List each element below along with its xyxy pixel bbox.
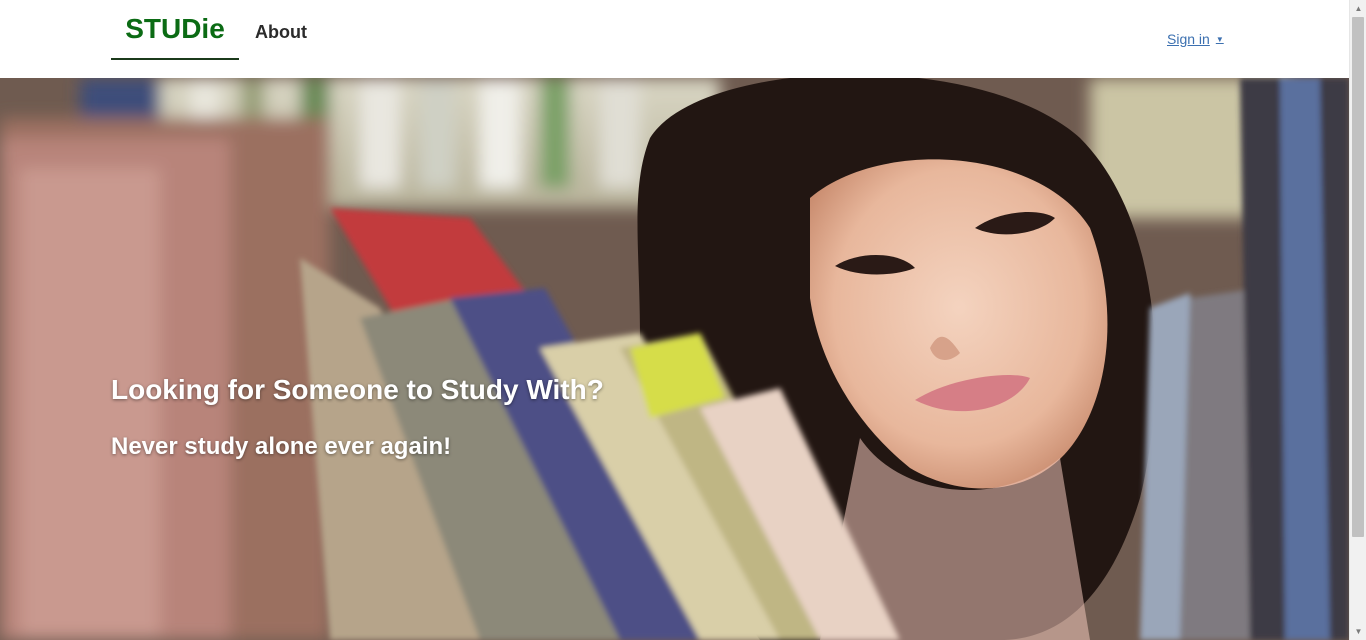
scrollbar-thumb[interactable] xyxy=(1352,17,1364,537)
hero-background-image xyxy=(0,78,1349,640)
scroll-up-arrow-icon[interactable]: ▲ xyxy=(1350,0,1366,17)
scroll-down-arrow-icon[interactable]: ▼ xyxy=(1350,623,1366,640)
signin-dropdown[interactable]: Sign in ▼ xyxy=(1167,31,1224,47)
page: STUDie About Sign in ▼ Looking for Someo… xyxy=(0,0,1366,640)
vertical-scrollbar[interactable]: ▲ ▼ xyxy=(1349,0,1366,640)
hero-title: Looking for Someone to Study With? xyxy=(111,374,604,405)
brand-logo-link[interactable]: STUDie xyxy=(111,0,239,60)
signin-label: Sign in xyxy=(1167,31,1210,47)
hero-subtitle: Never study alone ever again! xyxy=(111,433,452,460)
top-navbar: STUDie About Sign in ▼ xyxy=(0,0,1349,78)
nav-about-link[interactable]: About xyxy=(255,22,307,43)
hero-banner: Looking for Someone to Study With? Never… xyxy=(0,78,1349,640)
caret-down-icon: ▼ xyxy=(1215,34,1224,44)
